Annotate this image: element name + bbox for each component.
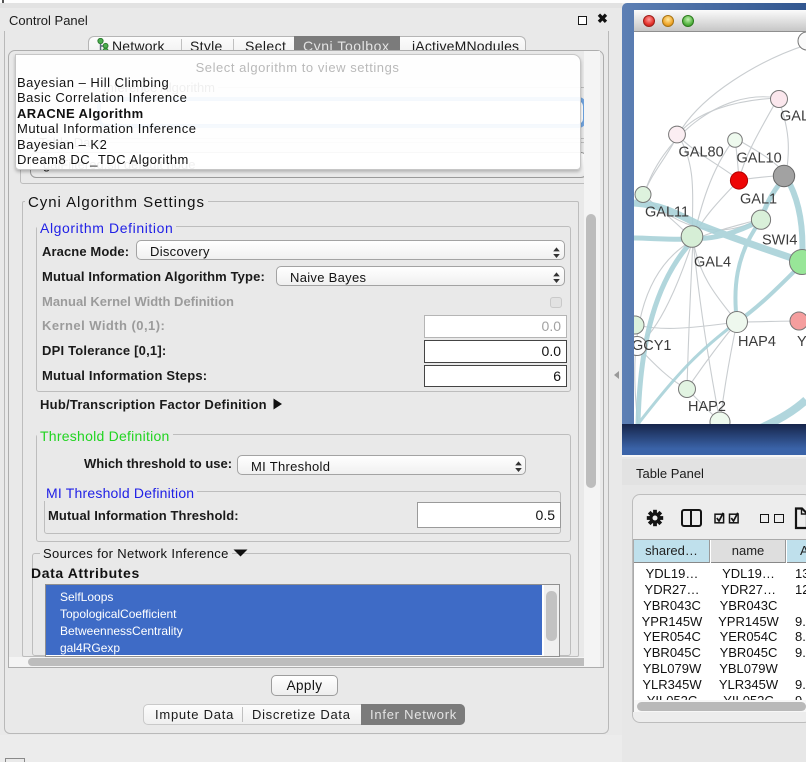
svg-text:GAL1: GAL1 — [740, 192, 777, 208]
svg-text:GAL7: GAL7 — [780, 109, 806, 125]
svg-text:HAP4: HAP4 — [738, 334, 776, 350]
svg-text:SWI4: SWI4 — [762, 233, 797, 249]
svg-text:HAP2: HAP2 — [688, 399, 726, 415]
svg-text:GAL4: GAL4 — [694, 255, 731, 271]
svg-text:Y: Y — [797, 334, 806, 350]
svg-text:GAL10: GAL10 — [737, 151, 782, 167]
svg-text:GAL80: GAL80 — [679, 145, 724, 161]
svg-text:GAL11: GAL11 — [645, 205, 689, 221]
svg-text:GCY1: GCY1 — [634, 338, 672, 354]
